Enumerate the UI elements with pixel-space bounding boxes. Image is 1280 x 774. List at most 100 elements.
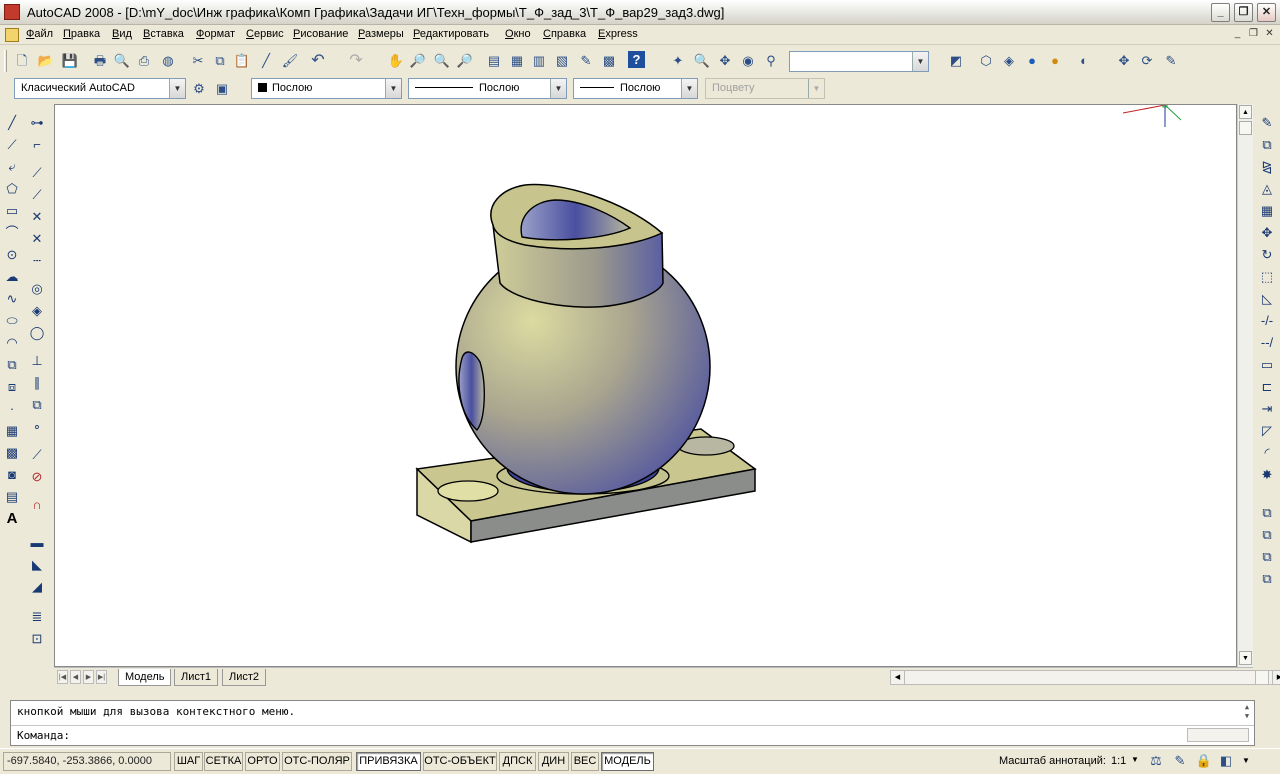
- chamfer-icon[interactable]: ◸: [1257, 421, 1277, 441]
- preview-icon[interactable]: 🔍: [112, 51, 132, 71]
- erase-icon[interactable]: ✎: [1257, 113, 1277, 133]
- revcloud-icon[interactable]: ☁: [2, 267, 22, 287]
- mirror-icon[interactable]: ⟋: [27, 185, 47, 205]
- new-icon[interactable]: 🗋: [12, 51, 32, 71]
- osnap-perpendicular-icon[interactable]: ⊥: [27, 351, 47, 371]
- lock-icon[interactable]: 🔒: [1194, 751, 1214, 771]
- insert-block-icon[interactable]: ⧉: [2, 355, 22, 375]
- annotation-scale-value[interactable]: 1:1: [1111, 755, 1126, 767]
- print-icon[interactable]: 🖶: [90, 51, 110, 71]
- ducs-toggle[interactable]: ДПСК: [499, 752, 536, 771]
- open-icon[interactable]: 📂: [36, 51, 56, 71]
- dim-style-icon[interactable]: ⊡: [27, 629, 47, 649]
- zoom-previous-icon[interactable]: 🔎: [455, 51, 475, 71]
- spline-icon[interactable]: ∿: [2, 289, 22, 309]
- horizontal-scrollbar[interactable]: ◀ ▶: [890, 670, 1280, 685]
- dim-aligned-icon[interactable]: ⌐: [27, 135, 47, 155]
- edit-3d-icon[interactable]: ✎: [1161, 51, 1181, 71]
- make-block-icon[interactable]: ⧈: [2, 377, 22, 397]
- lineweight-toggle[interactable]: ВЕС: [571, 752, 599, 771]
- osnap-nearest-icon[interactable]: ⟋: [27, 445, 47, 465]
- menu-edit[interactable]: Правка: [63, 28, 100, 40]
- view-combo[interactable]: ▼: [789, 51, 929, 72]
- menu-insert[interactable]: Вставка: [143, 28, 184, 40]
- brush-icon[interactable]: 🖌: [280, 51, 300, 71]
- move-3d-icon[interactable]: ✥: [1114, 51, 1134, 71]
- scroll-up-icon[interactable]: ▲: [1239, 105, 1252, 119]
- chevron-down-icon[interactable]: ▼: [912, 52, 928, 71]
- explode-icon[interactable]: ✸: [1257, 465, 1277, 485]
- draw-order-front-icon[interactable]: ⧉: [1257, 503, 1277, 523]
- lineweight-select[interactable]: Послою ▼: [573, 78, 698, 99]
- tab-first-icon[interactable]: |◀: [57, 670, 68, 684]
- markup-icon[interactable]: ✎: [576, 51, 596, 71]
- osnap-node-icon[interactable]: ∘: [27, 417, 47, 437]
- doc-close-button[interactable]: ✕: [1262, 27, 1277, 42]
- scroll-thumb[interactable]: [1239, 121, 1252, 135]
- move-icon[interactable]: ✥: [1257, 223, 1277, 243]
- tab-layout1[interactable]: Лист1: [174, 669, 219, 686]
- tab-model[interactable]: Модель: [118, 669, 172, 686]
- array-icon[interactable]: ▦: [1257, 201, 1277, 221]
- mirror-icon[interactable]: ⧎: [1257, 157, 1277, 177]
- chevron-down-icon[interactable]: ▼: [1131, 755, 1139, 764]
- zoom-extents-icon[interactable]: 🔍: [692, 51, 712, 71]
- model-view[interactable]: [55, 102, 1236, 666]
- sheet-set-icon[interactable]: ▧: [552, 51, 572, 71]
- menu-format[interactable]: Формат: [196, 28, 235, 40]
- ellipse-arc-icon[interactable]: ◠: [2, 333, 22, 353]
- material-sphere-icon[interactable]: ●: [1045, 51, 1065, 71]
- properties-icon[interactable]: ▤: [484, 51, 504, 71]
- annotation-autoscale-icon[interactable]: ✎: [1170, 751, 1190, 771]
- region-icon[interactable]: ◙: [2, 465, 22, 485]
- minimize-button[interactable]: _: [1211, 3, 1230, 22]
- osnap-none-icon[interactable]: ⊘: [27, 467, 47, 487]
- menu-file[interactable]: Файл: [26, 28, 53, 40]
- layer-icon[interactable]: ▬: [27, 533, 47, 553]
- close-button[interactable]: ✕: [1257, 3, 1276, 22]
- orbit-icon[interactable]: ✥: [715, 51, 735, 71]
- gradient-icon[interactable]: ▩: [2, 443, 22, 463]
- dim-linear-icon[interactable]: ⊶: [27, 113, 47, 133]
- workspace-select[interactable]: Класический AutoCAD ▼: [14, 78, 186, 99]
- box-icon[interactable]: ⬡: [976, 51, 996, 71]
- scale-icon[interactable]: ⬚: [1257, 267, 1277, 287]
- autocad-app-icon[interactable]: [4, 4, 20, 20]
- ellipse-icon[interactable]: ⬭: [2, 311, 22, 331]
- construction-line-icon[interactable]: ⟋: [2, 135, 22, 155]
- redo-icon[interactable]: ↷: [346, 51, 366, 71]
- help-icon[interactable]: ?: [628, 51, 645, 68]
- osnap-center-icon[interactable]: ◎: [27, 279, 47, 299]
- copy-object-icon[interactable]: ⟋: [27, 163, 47, 183]
- grid-toggle[interactable]: СЕТКА: [204, 752, 243, 771]
- paste-icon[interactable]: 📋: [232, 51, 252, 71]
- menu-window[interactable]: Окно: [505, 28, 531, 40]
- polar-toggle[interactable]: ОТС-ПОЛЯР: [282, 752, 352, 771]
- offset-icon[interactable]: ◬: [1257, 179, 1277, 199]
- extend-icon[interactable]: --/: [1257, 333, 1277, 353]
- polygon-icon[interactable]: ⬠: [2, 179, 22, 199]
- tab-prev-icon[interactable]: ◀: [70, 670, 81, 684]
- menu-dimension[interactable]: Размеры: [358, 28, 404, 40]
- layer-previous-icon[interactable]: ◢: [27, 577, 47, 597]
- sphere-icon[interactable]: ●: [1022, 51, 1042, 71]
- mtext-icon[interactable]: A: [2, 509, 22, 529]
- vertical-scrollbar[interactable]: ▲ ▼: [1237, 104, 1253, 667]
- rotate-3d-icon[interactable]: ⟳: [1137, 51, 1157, 71]
- scroll-right-icon[interactable]: ▶: [1272, 671, 1280, 684]
- camera-icon[interactable]: ◉: [738, 51, 758, 71]
- join-icon[interactable]: ⇥: [1257, 399, 1277, 419]
- circle-icon[interactable]: ⊙: [2, 245, 22, 265]
- layer-state-icon[interactable]: ◣: [27, 555, 47, 575]
- command-window[interactable]: кнопкой мыши для вызова контекстного мен…: [10, 700, 1255, 746]
- draw-order-under-icon[interactable]: ⧉: [1257, 569, 1277, 589]
- chevron-down-icon[interactable]: ▼: [385, 79, 401, 98]
- save-icon[interactable]: 💾: [60, 51, 80, 71]
- draw-order-back-icon[interactable]: ⧉: [1257, 525, 1277, 545]
- chevron-down-icon[interactable]: ▼: [681, 79, 697, 98]
- tray-settings-icon[interactable]: ◧: [1216, 751, 1236, 771]
- ortho-toggle[interactable]: ОРТО: [245, 752, 280, 771]
- color-select[interactable]: Послою ▼: [251, 78, 402, 99]
- trim-icon[interactable]: ✕: [27, 207, 47, 227]
- rectangle-icon[interactable]: ▭: [2, 201, 22, 221]
